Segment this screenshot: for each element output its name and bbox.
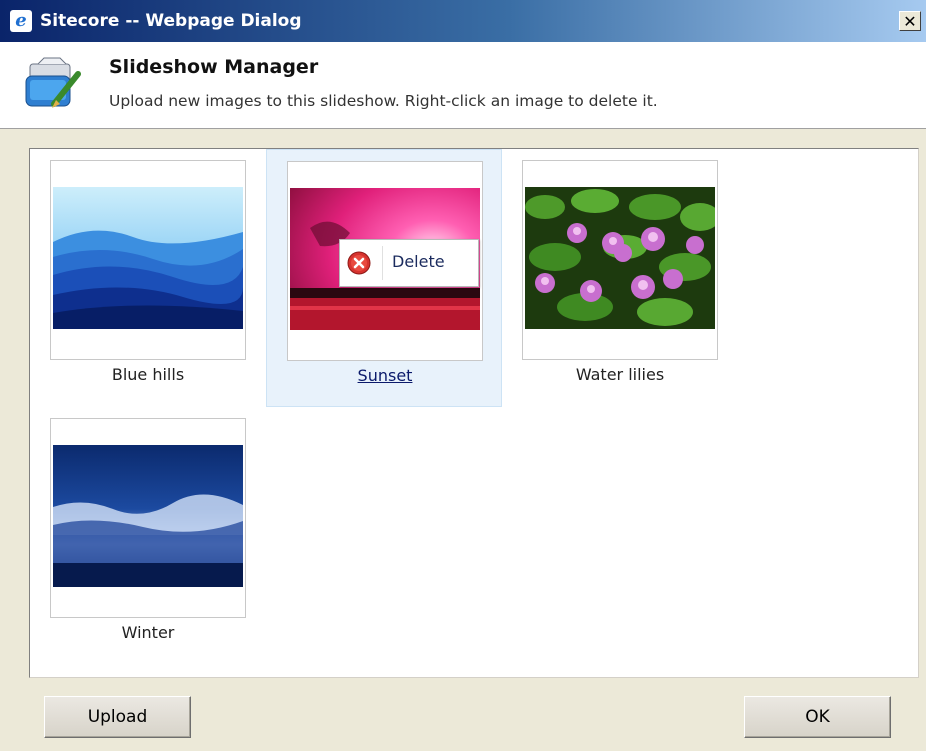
close-button[interactable]: ✕ [899,11,921,31]
delete-label: Delete [392,252,445,271]
image-item-blue-hills[interactable]: Blue hills [30,149,266,407]
slideshow-manager-icon [25,57,81,108]
image-item-winter[interactable]: Winter [30,407,266,665]
upload-button[interactable]: Upload [44,696,191,738]
internet-explorer-icon: e [10,10,32,32]
context-menu-item-delete[interactable]: Delete [340,240,478,286]
water-lilies-image[interactable] [525,187,715,329]
dialog-header: Slideshow Manager Upload new images to t… [0,42,926,129]
header-description: Upload new images to this slideshow. Rig… [109,92,658,110]
context-menu: Delete [339,239,479,287]
title-bar: e Sitecore -- Webpage Dialog ✕ [0,0,926,42]
menu-separator [382,246,383,280]
image-caption: Blue hills [111,365,185,384]
blue-hills-image[interactable] [53,187,243,329]
image-gallery: Blue hills Sunset Water lilies Winter [29,148,919,678]
thumbnail-frame [522,160,718,360]
image-caption[interactable]: Sunset [267,366,503,385]
window-title: Sitecore -- Webpage Dialog [40,11,302,31]
delete-icon [347,251,371,275]
thumbnail-frame [50,160,246,360]
ok-button[interactable]: OK [744,696,891,738]
image-item-water-lilies[interactable]: Water lilies [502,149,738,407]
thumbnail-frame [50,418,246,618]
image-caption: Winter [121,623,175,642]
header-title: Slideshow Manager [109,56,319,78]
image-caption: Water lilies [575,365,665,384]
winter-image[interactable] [53,445,243,587]
